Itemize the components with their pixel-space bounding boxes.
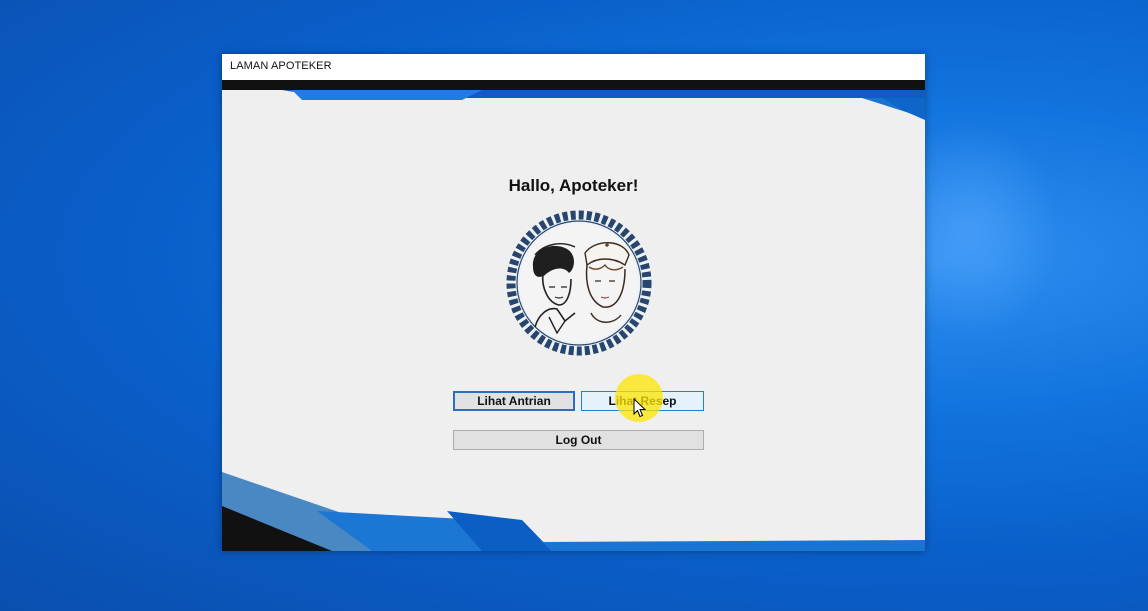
greeting-heading: Hallo, Apoteker!	[508, 176, 639, 195]
window-content: Hallo, Apoteker! Lihat Antrian Li	[222, 80, 925, 551]
window-title: LAMAN APOTEKER	[230, 60, 332, 72]
pharmacist-logo-icon	[506, 210, 652, 356]
mouse-pointer-icon	[633, 398, 647, 418]
title-bar[interactable]: LAMAN APOTEKER	[222, 54, 925, 81]
apoteker-window: LAMAN APOTEKER Hallo, Apoteker! Lihat An…	[222, 54, 925, 551]
lihat-antrian-button[interactable]: Lihat Antrian	[453, 391, 575, 411]
log-out-button[interactable]: Log Out	[453, 430, 704, 450]
